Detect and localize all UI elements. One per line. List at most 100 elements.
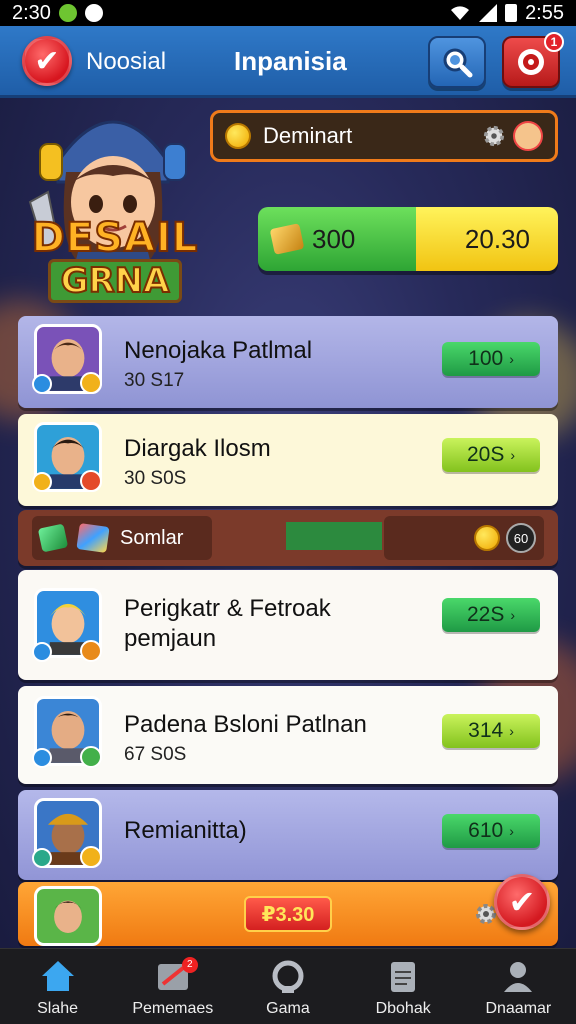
nav-label: Pememaes bbox=[132, 999, 214, 1017]
row-value: 20S bbox=[466, 443, 505, 466]
logo-line-2: GRNA bbox=[47, 259, 183, 303]
nav-label: Slahe bbox=[37, 999, 79, 1017]
gold-bars-icon bbox=[269, 223, 305, 255]
row-name: Padena Bsloni Patlnan bbox=[124, 711, 367, 738]
row-subtext: 30 S17 bbox=[124, 370, 185, 391]
list-item[interactable]: ₽3.30 bbox=[18, 882, 558, 946]
target-icon bbox=[518, 49, 544, 75]
profile-icon bbox=[504, 961, 533, 992]
row-subtext: 67 S0S bbox=[124, 744, 187, 765]
row-value: 100 bbox=[468, 347, 504, 370]
camera-notification-icon bbox=[84, 4, 103, 22]
row-value-button[interactable]: 100 › bbox=[442, 342, 540, 376]
row-name: Nenojaka Patlmal bbox=[124, 337, 313, 364]
row-subtext: 30 S0S bbox=[124, 468, 187, 489]
progress-bar bbox=[286, 522, 382, 550]
row-value-button[interactable]: 22S › bbox=[442, 598, 540, 632]
character-portrait bbox=[34, 886, 102, 946]
row-name: Remianitta) bbox=[124, 817, 247, 844]
check-button[interactable]: ✔ bbox=[22, 36, 72, 86]
chevron-right-icon: › bbox=[509, 351, 514, 367]
bottom-navigation: Slahe 2 Pememaes Gama Dbohak Dnaamar bbox=[0, 948, 576, 1024]
gold-resource[interactable]: 300 bbox=[258, 207, 416, 271]
row-value: 22S bbox=[466, 603, 505, 626]
cash-icon bbox=[37, 523, 69, 553]
nav-item-profile[interactable]: Dnaamar bbox=[463, 949, 573, 1024]
gold-value: 300 bbox=[312, 223, 356, 254]
list-item[interactable]: Nenojaka Patlmal 30 S17 100 › bbox=[18, 316, 558, 408]
row-value: 314 bbox=[468, 719, 504, 742]
list-item[interactable]: Padena Bsloni Patlnan 67 S0S 314 › bbox=[18, 686, 558, 784]
row-name: Diargak Ilosm bbox=[124, 435, 271, 462]
special-offer-box: Somlar bbox=[32, 516, 212, 560]
nav-badge: 2 bbox=[181, 956, 198, 973]
list-item[interactable]: Remianitta) 610 › bbox=[18, 790, 558, 880]
verified-badge-icon bbox=[32, 642, 52, 662]
coin-icon bbox=[474, 525, 500, 551]
list-item[interactable]: Perigkatr & Fetroak pemjaun 22S › bbox=[18, 570, 558, 680]
nav-label: Dbohak bbox=[375, 999, 431, 1017]
status-time-left: 2:30 bbox=[12, 1, 51, 24]
badge-icon bbox=[80, 640, 102, 662]
chevron-right-icon: › bbox=[510, 607, 516, 623]
nav-item-home[interactable]: Slahe bbox=[3, 949, 113, 1024]
energy-value: 20.30 bbox=[464, 223, 530, 254]
row-value-button[interactable]: 20S › bbox=[442, 438, 540, 472]
special-reward-box: 60 bbox=[384, 516, 544, 560]
badge-icon bbox=[32, 472, 52, 492]
document-icon bbox=[391, 961, 416, 992]
nav-item-document[interactable]: Dbohak bbox=[348, 949, 458, 1024]
signal-icon bbox=[479, 4, 498, 22]
coin-icon bbox=[225, 123, 251, 149]
nav-item-game[interactable]: Gama bbox=[233, 949, 343, 1024]
player-name: Deminart bbox=[263, 123, 353, 148]
badge-icon bbox=[80, 846, 102, 868]
battery-icon bbox=[505, 4, 518, 22]
nav-label: Dnaamar bbox=[485, 999, 552, 1017]
notification-badge: 1 bbox=[544, 32, 564, 52]
notifications-button[interactable]: 1 bbox=[502, 32, 564, 88]
logo-line-1: DESAIL bbox=[31, 215, 199, 261]
checkmark-icon: ✔ bbox=[508, 884, 536, 920]
special-count: 60 bbox=[506, 523, 536, 553]
resource-bar: 300 20.30 bbox=[258, 207, 558, 271]
player-profile-bar[interactable]: Deminart bbox=[210, 110, 558, 162]
chevron-right-icon: › bbox=[510, 447, 516, 463]
confirm-fab-button[interactable]: ✔ bbox=[494, 874, 550, 930]
checkmark-icon: ✔ bbox=[34, 44, 60, 78]
status-time-right: 2:55 bbox=[525, 1, 564, 24]
list-item[interactable]: Diargak Ilosm 30 S0S 20S › bbox=[18, 414, 558, 506]
energy-resource[interactable]: 20.30 bbox=[416, 207, 558, 271]
player-avatar[interactable] bbox=[513, 121, 543, 151]
badge-icon bbox=[80, 746, 102, 768]
app-notification-icon bbox=[58, 4, 77, 22]
game-logo: DESAIL GRNA bbox=[31, 212, 198, 308]
chevron-right-icon: › bbox=[509, 723, 514, 739]
badge-icon bbox=[80, 470, 102, 492]
settings-icon[interactable] bbox=[483, 125, 505, 147]
special-label: Somlar bbox=[120, 526, 184, 549]
nav-label: Gama bbox=[266, 999, 310, 1017]
verified-badge-icon bbox=[32, 374, 52, 394]
search-icon bbox=[443, 48, 473, 78]
page-title: Inpanisia bbox=[234, 46, 347, 76]
badge-icon bbox=[32, 848, 52, 868]
row-value-button[interactable]: 314 › bbox=[442, 714, 540, 748]
row-name: Perigkatr & Fetroak pemjaun bbox=[124, 595, 331, 652]
gift-icon bbox=[76, 523, 110, 553]
row-value-button[interactable]: 610 › bbox=[442, 814, 540, 848]
price-button[interactable]: ₽3.30 bbox=[244, 896, 332, 932]
row-value: 610 bbox=[468, 819, 504, 842]
chevron-right-icon: › bbox=[509, 823, 514, 839]
home-icon bbox=[41, 960, 74, 991]
header-left-label[interactable]: Noosial bbox=[86, 48, 166, 76]
top-header: ✔ Noosial Inpanisia 1 bbox=[0, 26, 576, 98]
verified-badge-icon bbox=[32, 748, 52, 768]
star-badge-icon bbox=[80, 372, 102, 394]
gamepad-icon bbox=[272, 960, 304, 993]
wifi-icon bbox=[451, 6, 470, 21]
status-bar: 2:30 2:55 bbox=[0, 0, 576, 26]
search-button[interactable] bbox=[428, 36, 486, 88]
nav-item-messages[interactable]: 2 Pememaes bbox=[118, 949, 228, 1024]
special-offer-row[interactable]: Somlar 60 bbox=[18, 510, 558, 566]
